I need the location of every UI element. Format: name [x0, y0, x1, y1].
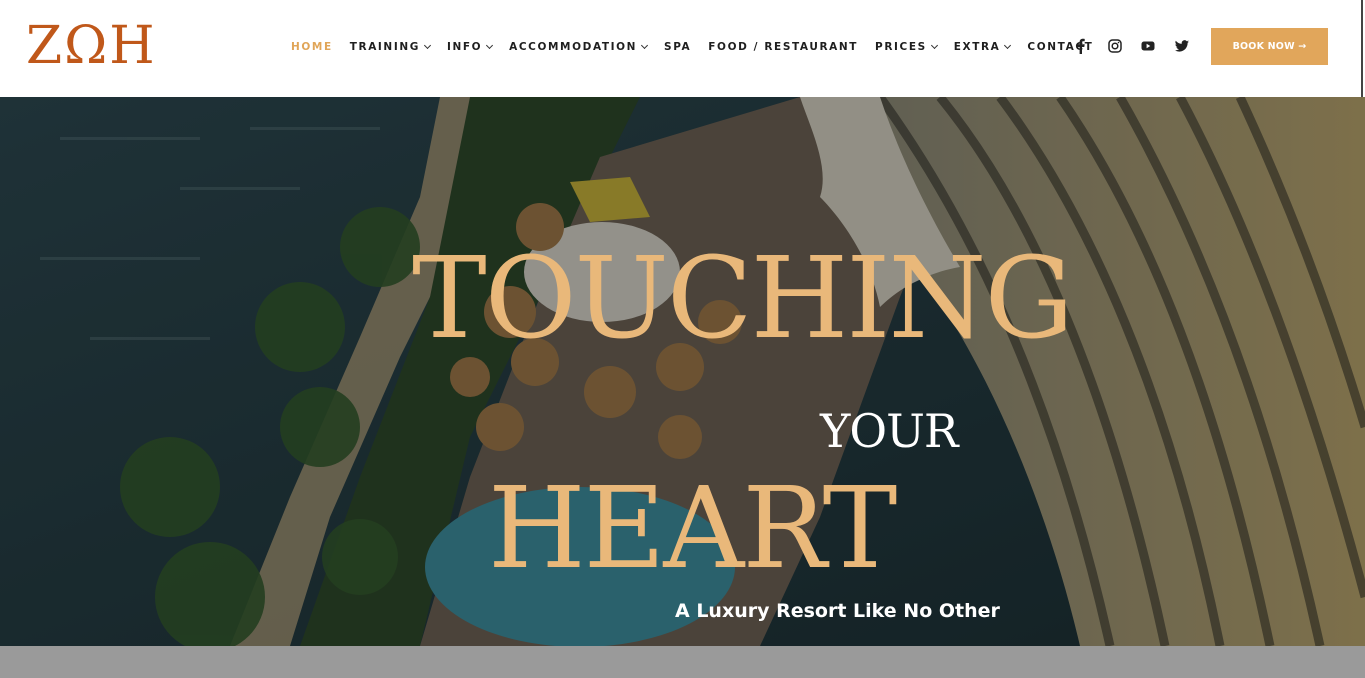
hero-title-line3: HEART — [488, 464, 897, 594]
nav-item-label: SPA — [664, 41, 692, 53]
next-section-band — [0, 646, 1365, 678]
scrollbar[interactable] — [1361, 0, 1363, 100]
hero-subtitle: A Luxury Resort Like No Other — [675, 600, 1000, 622]
chevron-down-icon — [423, 41, 431, 50]
nav-item-prices[interactable]: PRICES — [875, 41, 938, 53]
nav-item-training[interactable]: TRAINING — [349, 41, 431, 53]
hero-banner: TOUCHING YOUR HEART A Luxury Resort Like… — [0, 97, 1365, 646]
nav-item-spa[interactable]: SPA — [664, 41, 691, 53]
nav-item-extra[interactable]: EXTRA — [953, 41, 1012, 53]
site-header: ΖΩΗ HOME TRAINING INFO ACCOMMODATION SPA… — [0, 0, 1365, 97]
nav-item-label: INFO — [446, 41, 483, 53]
nav-item-label: TRAINING — [349, 41, 420, 53]
nav-item-label: ACCOMMODATION — [509, 41, 638, 53]
nav-item-accommodation[interactable]: ACCOMMODATION — [509, 41, 649, 53]
nav-item-label: EXTRA — [953, 41, 1001, 53]
nav-item-food-restaurant[interactable]: FOOD / RESTAURANT — [708, 41, 858, 53]
nav-item-label: FOOD / RESTAURANT — [708, 41, 859, 53]
facebook-icon[interactable] — [1073, 38, 1089, 54]
chevron-down-icon — [486, 41, 494, 50]
nav-item-label: PRICES — [875, 41, 927, 53]
main-nav: HOME TRAINING INFO ACCOMMODATION SPA FOO… — [291, 37, 1110, 57]
nav-item-info[interactable]: INFO — [446, 41, 494, 53]
instagram-icon[interactable] — [1107, 38, 1123, 54]
site-logo[interactable]: ΖΩΗ — [26, 18, 172, 74]
book-now-button[interactable]: BOOK NOW → — [1211, 28, 1328, 65]
chevron-down-icon — [930, 41, 938, 50]
chevron-down-icon — [1004, 41, 1012, 50]
hero-title-line2: YOUR — [820, 404, 958, 458]
twitter-icon[interactable] — [1174, 38, 1190, 54]
youtube-icon[interactable] — [1140, 38, 1156, 54]
nav-item-home[interactable]: HOME — [291, 41, 333, 53]
nav-item-label: HOME — [291, 41, 333, 53]
chevron-down-icon — [641, 41, 649, 50]
hero-title-line1: TOUCHING — [412, 234, 1074, 364]
